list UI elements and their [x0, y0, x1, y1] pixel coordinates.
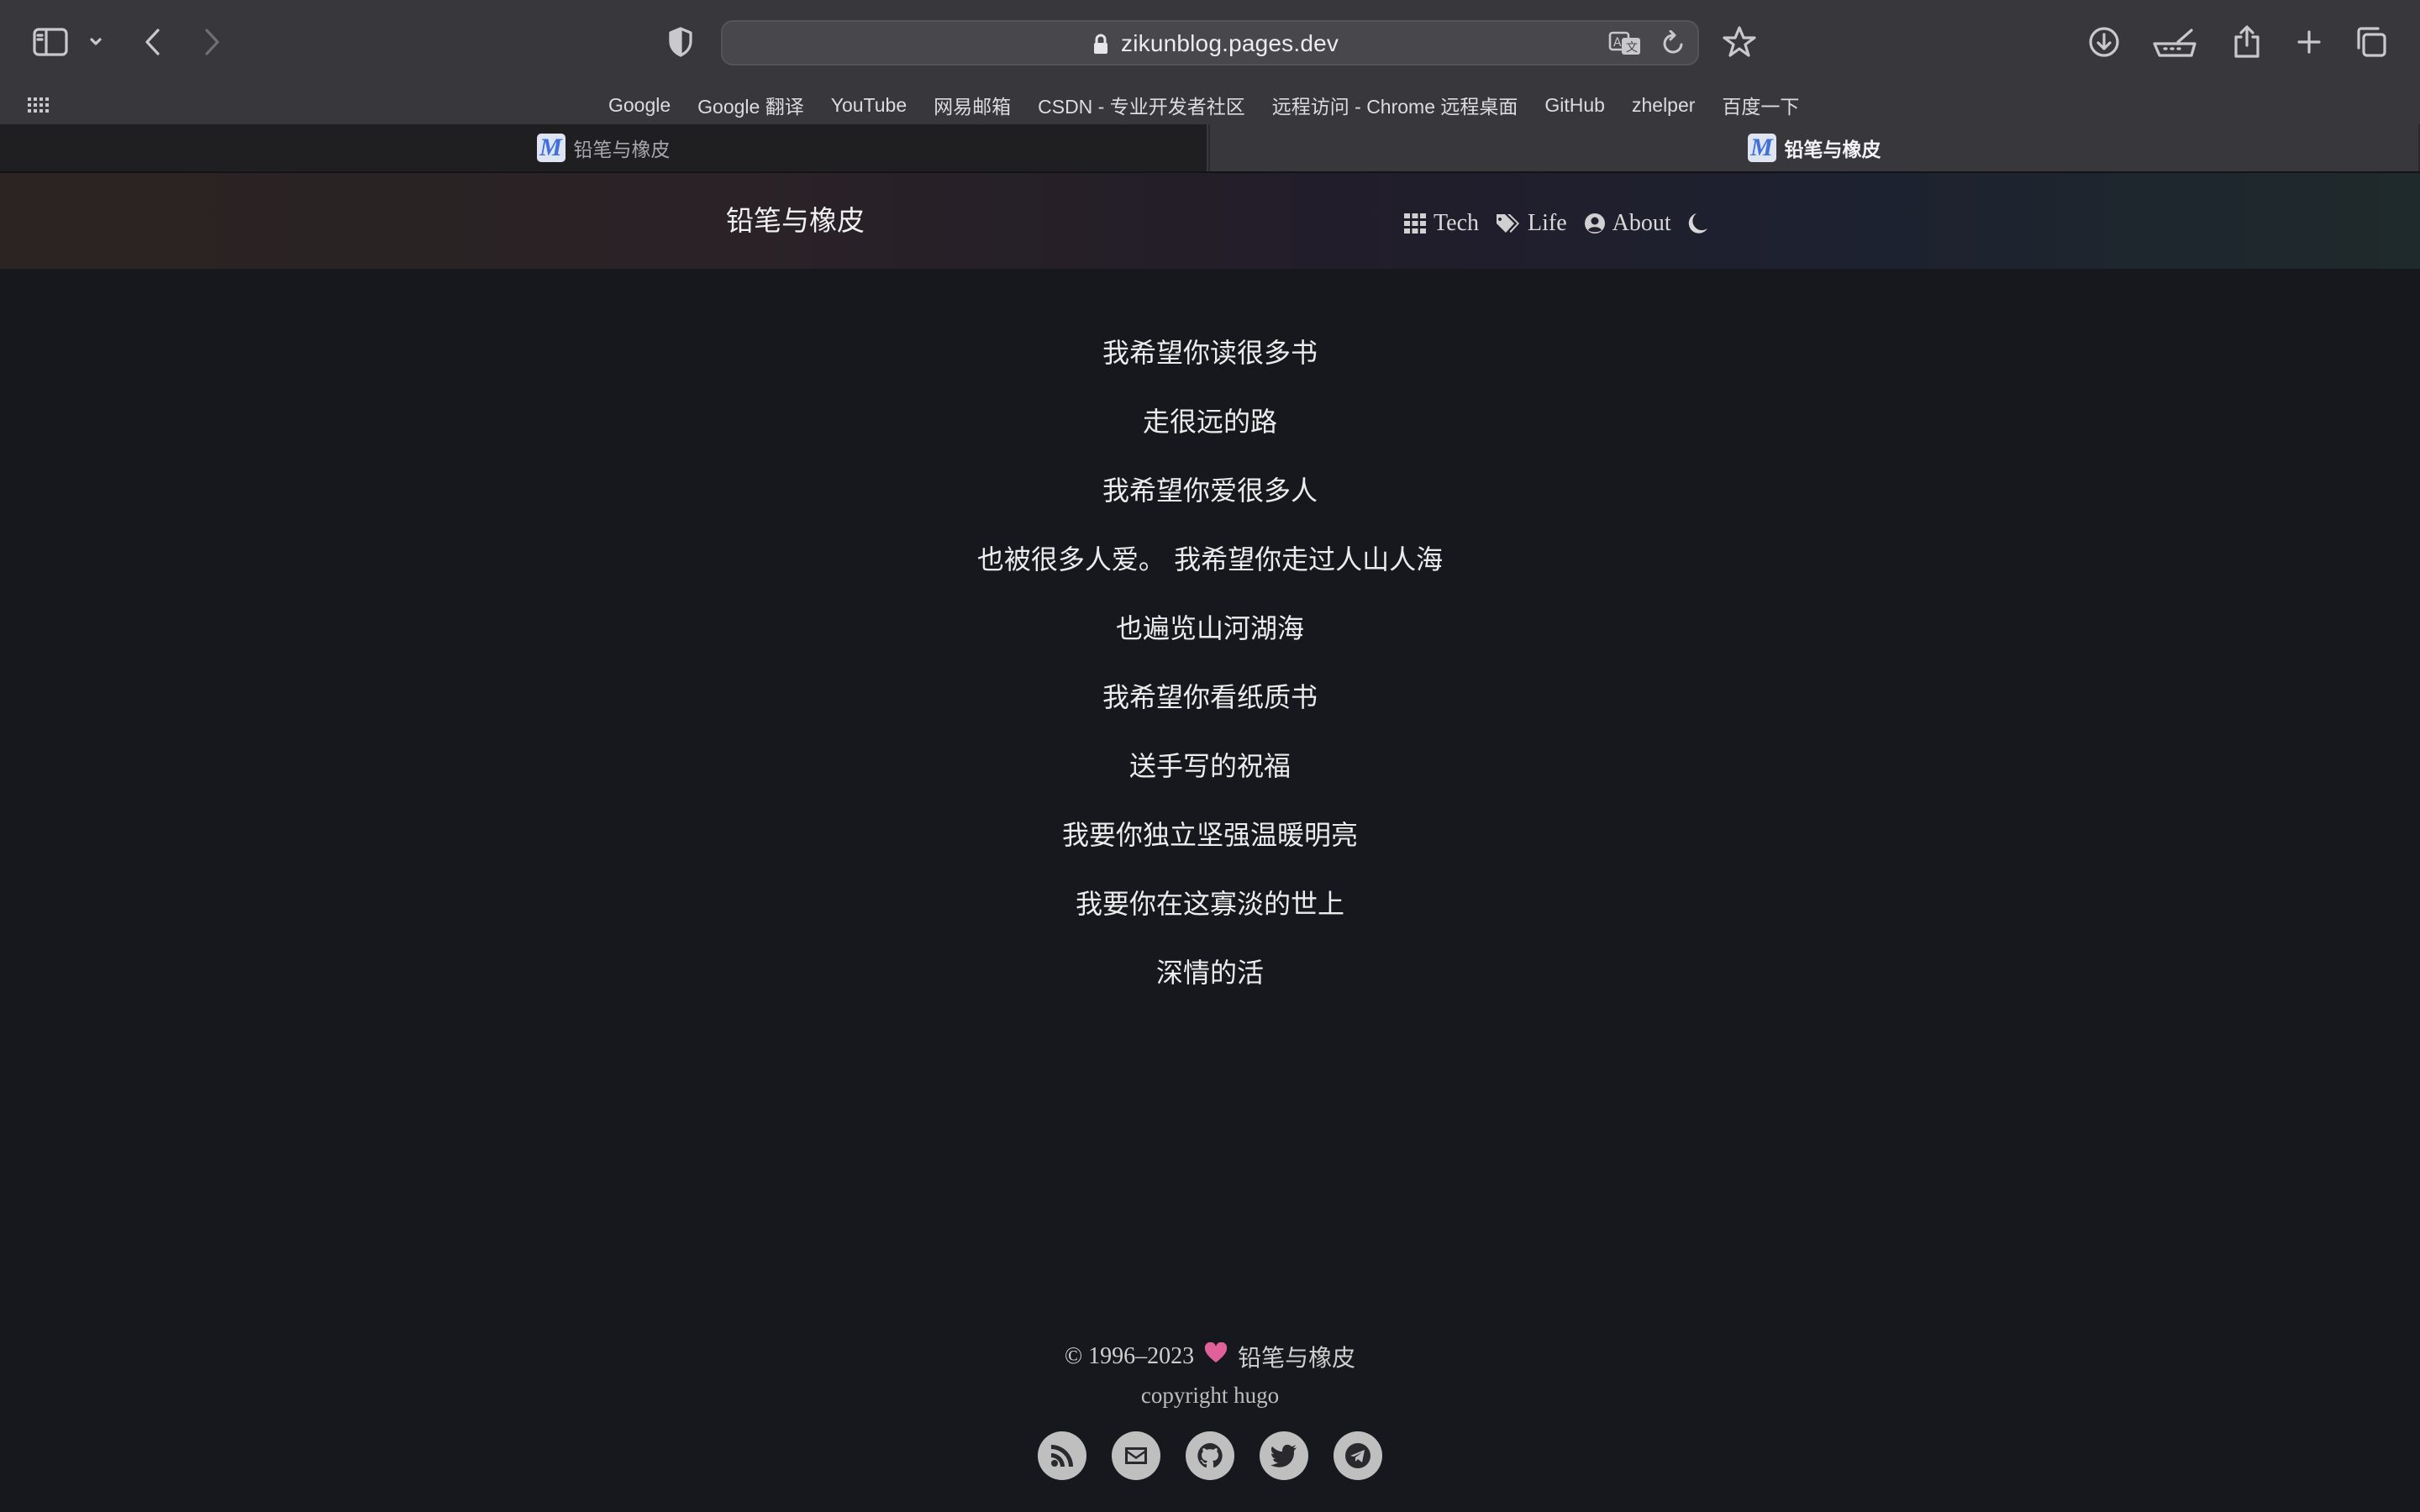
nav-label: Tech [1434, 210, 1480, 236]
social-links [0, 1431, 2420, 1480]
github-icon[interactable] [1186, 1431, 1234, 1480]
bookmarks-bar: Google Google 翻译 YouTube 网易邮箱 CSDN - 专业开… [0, 86, 2420, 124]
twitter-icon[interactable] [1260, 1431, 1308, 1480]
poem-line: 我要你独立坚强温暖明亮 [1061, 819, 1358, 851]
rss-icon[interactable] [1038, 1431, 1086, 1480]
site-favicon-icon: M [536, 134, 566, 162]
reload-icon[interactable] [1660, 29, 1686, 61]
nav-item-life[interactable]: Life [1496, 210, 1567, 237]
site-header: 铅笔与橡皮 Tech Life About [0, 173, 2420, 269]
poem-line: 也遍览山河湖海 [1115, 612, 1304, 644]
lock-icon [1092, 34, 1109, 60]
poem-line: 也被很多人爱。 我希望你走过人山人海 [976, 543, 1444, 575]
tab-inactive[interactable]: M 铅笔与橡皮 [0, 124, 1208, 171]
apps-grid-icon[interactable] [25, 92, 49, 120]
telegram-icon[interactable] [1334, 1431, 1382, 1480]
sidebar-toggle-icon[interactable] [25, 17, 76, 67]
bookmark-google[interactable]: Google [608, 94, 671, 117]
poem-line: 深情的活 [1155, 957, 1264, 989]
user-circle-icon [1584, 213, 1605, 234]
grid-icon [1404, 213, 1426, 234]
copyright-line: © 1996–2023 铅笔与橡皮 [0, 1336, 2420, 1378]
address-bar[interactable]: zikunblog.pages.dev A文 [721, 20, 1699, 66]
poem-line: 我希望你看纸质书 [1102, 681, 1318, 713]
poem-line: 我希望你爱很多人 [1102, 475, 1318, 507]
poem-line: 我希望你读很多书 [1102, 337, 1318, 369]
copyright-text: © 1996–2023 [1064, 1343, 1195, 1369]
new-tab-icon[interactable] [2284, 17, 2334, 67]
tags-icon [1497, 214, 1520, 233]
theme-toggle[interactable] [1688, 213, 1715, 234]
browser-toolbar: zikunblog.pages.dev A文 [0, 0, 2420, 86]
site-footer: © 1996–2023 铅笔与橡皮 copyright hugo [0, 1336, 2420, 1480]
bookmark-chrome-remote[interactable]: 远程访问 - Chrome 远程桌面 [1272, 91, 1518, 119]
svg-text:A: A [1613, 36, 1622, 50]
site-title-link[interactable]: 铅笔与橡皮 [726, 198, 865, 239]
poem-content: 我希望你读很多书 走很远的路 我希望你爱很多人 也被很多人爱。 我希望你走过人山… [0, 328, 2420, 1016]
moon-icon [1688, 213, 1707, 234]
bookmark-zhelper[interactable]: zhelper [1632, 94, 1695, 117]
svg-text:文: 文 [1626, 41, 1638, 55]
reading-list-icon[interactable] [2149, 17, 2200, 67]
poem-line: 送手写的祝福 [1128, 750, 1291, 782]
bookmark-youtube[interactable]: YouTube [831, 94, 907, 117]
poem-line: 我要你在这寡淡的世上 [1075, 888, 1344, 920]
url-text: zikunblog.pages.dev [1121, 30, 1339, 56]
poem-line: 走很远的路 [1142, 406, 1277, 438]
chevron-down-icon[interactable] [71, 17, 121, 67]
bookmark-netease-mail[interactable]: 网易邮箱 [934, 91, 1011, 119]
tab-title: 铅笔与橡皮 [1784, 139, 1881, 160]
download-icon[interactable] [2079, 17, 2129, 67]
tab-active[interactable]: M 铅笔与橡皮 [1210, 124, 2418, 171]
privacy-shield-icon[interactable] [655, 17, 706, 67]
share-icon[interactable] [2222, 17, 2272, 67]
heart-icon [1204, 1341, 1228, 1371]
back-icon[interactable] [128, 17, 178, 67]
footer-site-name[interactable]: 铅笔与橡皮 [1238, 1340, 1355, 1373]
bookmark-google-translate[interactable]: Google 翻译 [697, 91, 804, 119]
forward-icon[interactable] [187, 17, 237, 67]
nav-item-tech[interactable]: Tech [1403, 210, 1479, 237]
powered-by-text: copyright hugo [1140, 1383, 1280, 1408]
tab-overview-icon[interactable] [2346, 17, 2396, 67]
bookmark-csdn[interactable]: CSDN - 专业开发者社区 [1038, 91, 1245, 119]
site-nav: Tech Life About [1403, 205, 1732, 242]
nav-item-about[interactable]: About [1584, 210, 1671, 237]
tab-title: 铅笔与橡皮 [573, 139, 671, 160]
star-icon[interactable] [1714, 17, 1765, 67]
bookmark-list: Google Google 翻译 YouTube 网易邮箱 CSDN - 专业开… [608, 86, 1826, 124]
email-icon[interactable] [1112, 1431, 1160, 1480]
bookmark-github[interactable]: GitHub [1544, 94, 1605, 117]
nav-label: Life [1528, 210, 1567, 236]
tab-bar: M 铅笔与橡皮 M 铅笔与橡皮 [0, 124, 2420, 173]
translate-icon[interactable]: A文 [1608, 29, 1642, 62]
nav-label: About [1612, 210, 1671, 236]
bookmark-baidu[interactable]: 百度一下 [1722, 91, 1799, 119]
site-favicon-icon: M [1747, 134, 1776, 162]
